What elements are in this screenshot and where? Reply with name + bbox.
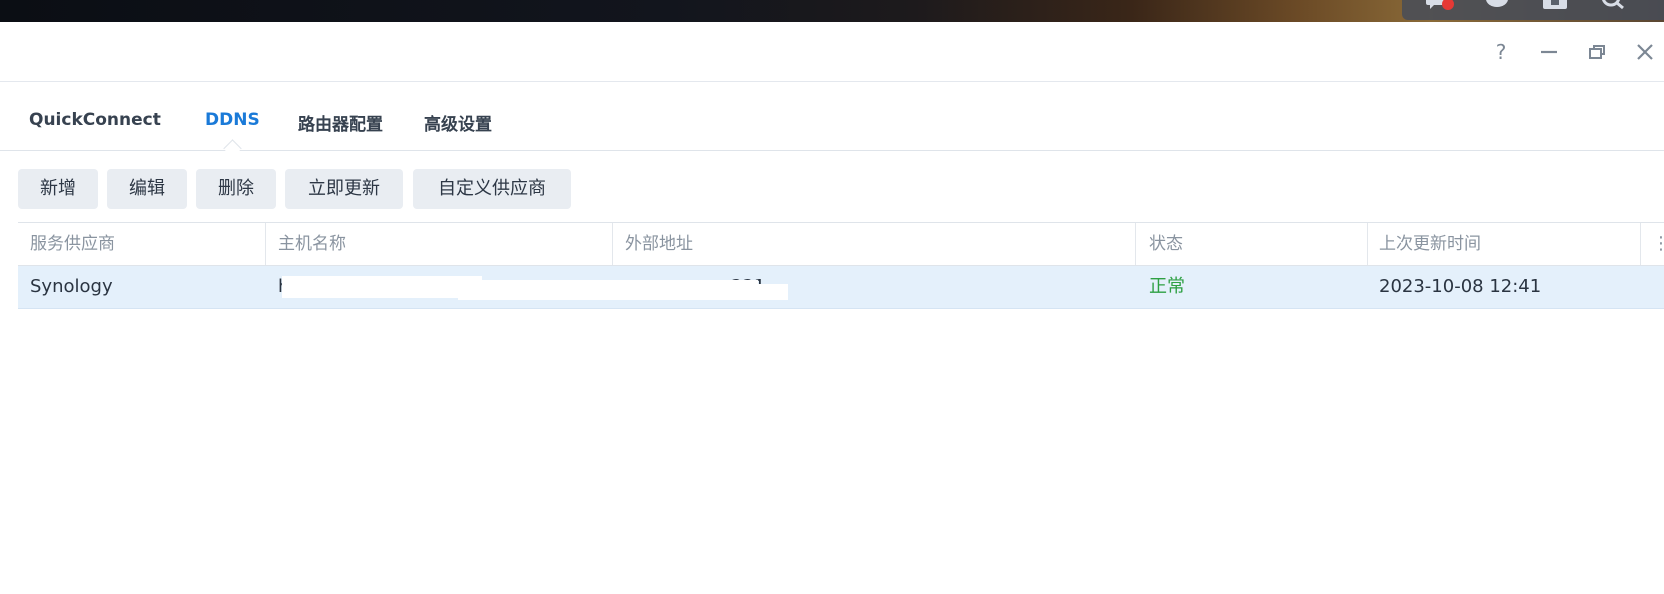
update-now-button[interactable]: 立即更新	[285, 169, 403, 209]
column-divider[interactable]	[1640, 223, 1641, 265]
tab-advanced-settings[interactable]: 高级设置	[424, 110, 492, 135]
system-tray	[1402, 0, 1664, 20]
desktop-background-strip	[0, 0, 1664, 22]
user-icon[interactable]	[1484, 0, 1510, 14]
minimize-icon	[1541, 50, 1557, 54]
custom-provider-button[interactable]: 自定义供应商	[413, 169, 571, 209]
redaction-mask	[728, 284, 788, 300]
close-icon	[1637, 44, 1653, 60]
table-header: 服务供应商 主机名称 外部地址 状态 上次更新时间 ⋮	[18, 222, 1664, 266]
cell-status: 正常	[1149, 276, 1185, 297]
close-button[interactable]	[1633, 40, 1657, 64]
tab-quickconnect[interactable]: QuickConnect	[29, 110, 161, 130]
redaction-mask	[282, 276, 482, 298]
active-tab-indicator	[223, 139, 242, 158]
column-header-status[interactable]: 状态	[1149, 223, 1183, 265]
column-header-provider[interactable]: 服务供应商	[30, 223, 115, 265]
column-header-external-address[interactable]: 外部地址	[625, 223, 693, 265]
notification-badge	[1442, 0, 1454, 10]
ddns-table: 服务供应商 主机名称 外部地址 状态 上次更新时间 ⋮ Synology h 2…	[18, 222, 1664, 309]
tab-ddns[interactable]: DDNS	[205, 110, 260, 130]
restore-button[interactable]	[1585, 40, 1609, 64]
search-icon[interactable]	[1600, 0, 1626, 14]
column-header-last-update[interactable]: 上次更新时间	[1379, 223, 1481, 265]
column-divider[interactable]	[1367, 223, 1368, 265]
add-button[interactable]: 新增	[18, 169, 98, 209]
widget-icon[interactable]	[1542, 0, 1568, 14]
column-divider[interactable]	[612, 223, 613, 265]
minimize-button[interactable]	[1537, 40, 1561, 64]
delete-button[interactable]: 删除	[196, 169, 276, 209]
column-divider[interactable]	[1135, 223, 1136, 265]
tab-router-config[interactable]: 路由器配置	[298, 110, 383, 135]
help-button[interactable]: ?	[1489, 40, 1513, 64]
cell-provider: Synology	[30, 276, 113, 297]
table-row[interactable]: Synology h 221 正常 2023-10-08 12:41	[18, 266, 1664, 309]
restore-icon	[1589, 45, 1605, 59]
column-divider[interactable]	[265, 223, 266, 265]
column-menu-icon[interactable]: ⋮	[1652, 233, 1664, 255]
window-title-bar: ?	[0, 22, 1664, 82]
cell-last-update: 2023-10-08 12:41	[1379, 276, 1542, 297]
tab-bar: QuickConnect DDNS 路由器配置 高级设置	[0, 82, 1664, 158]
column-header-hostname[interactable]: 主机名称	[278, 223, 346, 265]
edit-button[interactable]: 编辑	[107, 169, 187, 209]
redaction-mask	[458, 280, 758, 300]
